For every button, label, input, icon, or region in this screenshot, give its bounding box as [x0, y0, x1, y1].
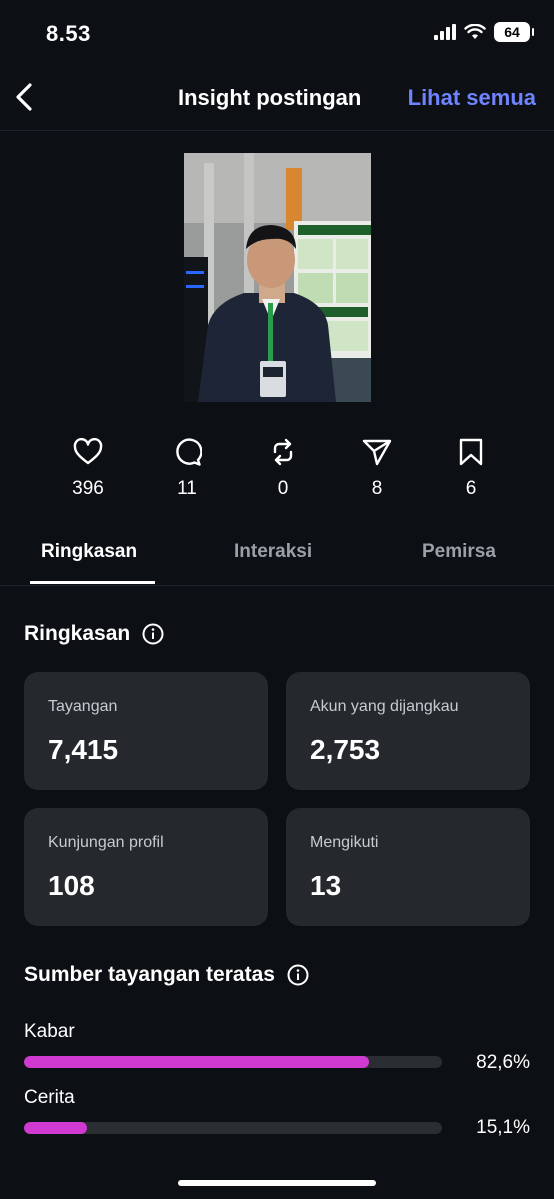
tab-ringkasan[interactable]: Ringkasan: [41, 541, 137, 563]
stat-likes: 396: [58, 438, 118, 500]
metric-value: 13: [310, 870, 342, 901]
see-all-link[interactable]: Lihat semua: [408, 85, 536, 111]
stat-reposts: 0: [253, 438, 313, 500]
stat-shares: 8: [347, 438, 407, 500]
post-thumbnail[interactable]: [184, 153, 371, 402]
signal-icon: [434, 24, 456, 40]
insight-tabs: Ringkasan Interaksi Pemirsa: [0, 530, 554, 586]
metric-value: 2,753: [310, 734, 381, 765]
tab-interaksi[interactable]: Interaksi: [234, 541, 312, 563]
metric-label: Akun yang dijangkau: [310, 698, 459, 715]
source-percent-feed: 82,6%: [476, 1052, 530, 1073]
bookmark-icon: [459, 438, 483, 466]
summary-heading: Ringkasan: [24, 622, 164, 646]
comments-count: 11: [177, 478, 197, 499]
active-tab-indicator: [30, 581, 155, 584]
metric-label: Tayangan: [48, 698, 118, 715]
page-title: Insight postingan: [178, 85, 362, 110]
home-indicator: [178, 1180, 376, 1186]
metric-label: Mengikuti: [310, 834, 379, 851]
sources-heading: Sumber tayangan teratas: [24, 963, 309, 987]
source-label-feed: Kabar: [24, 1021, 75, 1042]
battery-indicator: 64: [494, 22, 534, 42]
metric-value: 108: [48, 870, 95, 901]
metric-card-follows: Mengikuti 13: [286, 808, 530, 926]
shares-count: 8: [371, 478, 383, 499]
source-bar-fill: [24, 1122, 88, 1134]
metric-card-profile-visits: Kunjungan profil 108: [24, 808, 268, 926]
stat-comments: 11: [157, 438, 217, 500]
status-bar: 8.53 64: [0, 0, 554, 68]
battery-level: 64: [504, 24, 520, 40]
metric-card-views: Tayangan 7,415: [24, 672, 268, 790]
tab-pemirsa[interactable]: Pemirsa: [422, 541, 496, 563]
source-label-stories: Cerita: [24, 1087, 75, 1108]
source-bar-stories: [24, 1122, 442, 1134]
metric-value: 7,415: [48, 734, 119, 765]
source-bar-fill: [24, 1056, 370, 1068]
repost-icon: [273, 438, 293, 466]
nav-bar: Insight postingan Lihat semua: [0, 68, 554, 131]
saves-count: 6: [465, 478, 477, 499]
likes-count: 396: [72, 478, 104, 499]
sources-title: Sumber tayangan teratas: [24, 963, 275, 986]
back-icon[interactable]: [10, 80, 40, 114]
source-bar-feed: [24, 1056, 442, 1068]
reposts-count: 0: [277, 478, 289, 499]
engagement-stats: 396 11 0 8 6: [40, 438, 520, 508]
heart-icon: [73, 438, 103, 465]
share-icon: [362, 439, 392, 466]
wifi-icon: [464, 24, 486, 39]
summary-title: Ringkasan: [24, 622, 131, 645]
post-photo: [184, 153, 371, 402]
status-time: 8.53: [46, 21, 91, 46]
info-icon[interactable]: [142, 623, 164, 645]
source-percent-stories: 15,1%: [476, 1117, 530, 1138]
stat-saves: 6: [441, 438, 501, 500]
info-icon[interactable]: [287, 964, 309, 986]
metric-label: Kunjungan profil: [48, 834, 164, 851]
comment-icon: [176, 438, 202, 466]
metric-card-reach: Akun yang dijangkau 2,753: [286, 672, 530, 790]
status-icons: 64: [434, 22, 534, 42]
